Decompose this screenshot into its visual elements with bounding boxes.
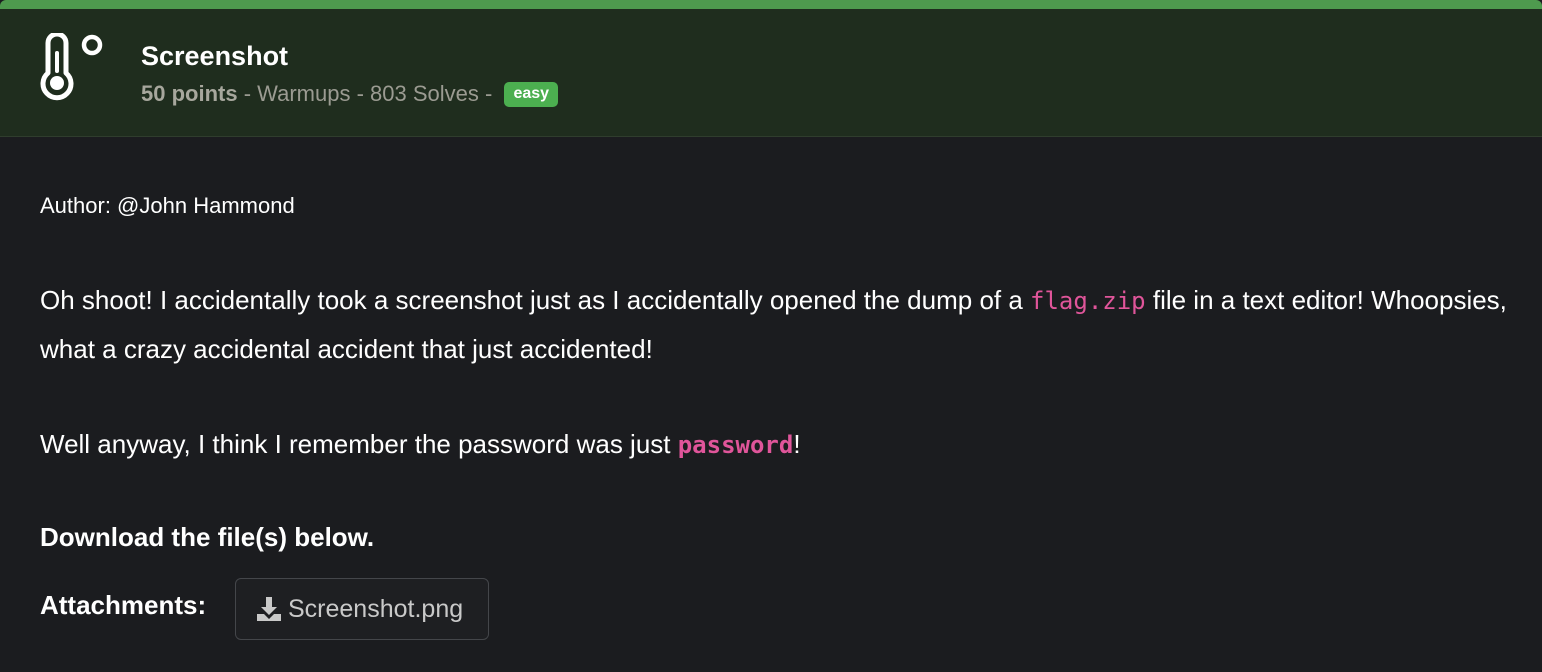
paragraph-text: Well anyway, I think I remember the pass… [40,429,678,459]
download-icon [257,597,281,621]
challenge-solves: 803 Solves [370,81,479,106]
attachments-label: Attachments: [40,590,207,620]
attachment-download-button[interactable]: Screenshot.png [235,578,489,640]
attachment-filename: Screenshot.png [288,594,464,623]
challenge-title: Screenshot [141,41,289,71]
thermometer-icon [40,33,103,101]
challenge-points: 50 points [141,81,238,106]
paragraph-text: ! [793,429,801,459]
paragraph-text: Oh shoot! I accidentally took a screensh… [40,285,1031,315]
description-paragraph-2: Well anyway, I think I remember the pass… [40,420,1510,469]
inline-code-filename: flag.zip [1030,287,1146,315]
accent-bar [0,0,1542,9]
download-heading: Download the file(s) below. [40,522,375,552]
meta-separator: - [350,81,371,106]
challenge-header: Screenshot 50 points - Warmups - 803 Sol… [0,9,1542,137]
description-paragraph-1: Oh shoot! I accidentally took a screensh… [40,276,1510,373]
inline-code-password: password [677,431,794,459]
difficulty-badge: easy [504,81,559,107]
challenge-card: Screenshot 50 points - Warmups - 803 Sol… [0,0,1542,672]
meta-separator: - [237,81,258,106]
meta-separator: - [478,81,499,106]
author-line: Author: @John Hammond [40,193,295,218]
challenge-category: Warmups [257,81,351,106]
challenge-meta: 50 points - Warmups - 803 Solves - easy [141,81,559,107]
